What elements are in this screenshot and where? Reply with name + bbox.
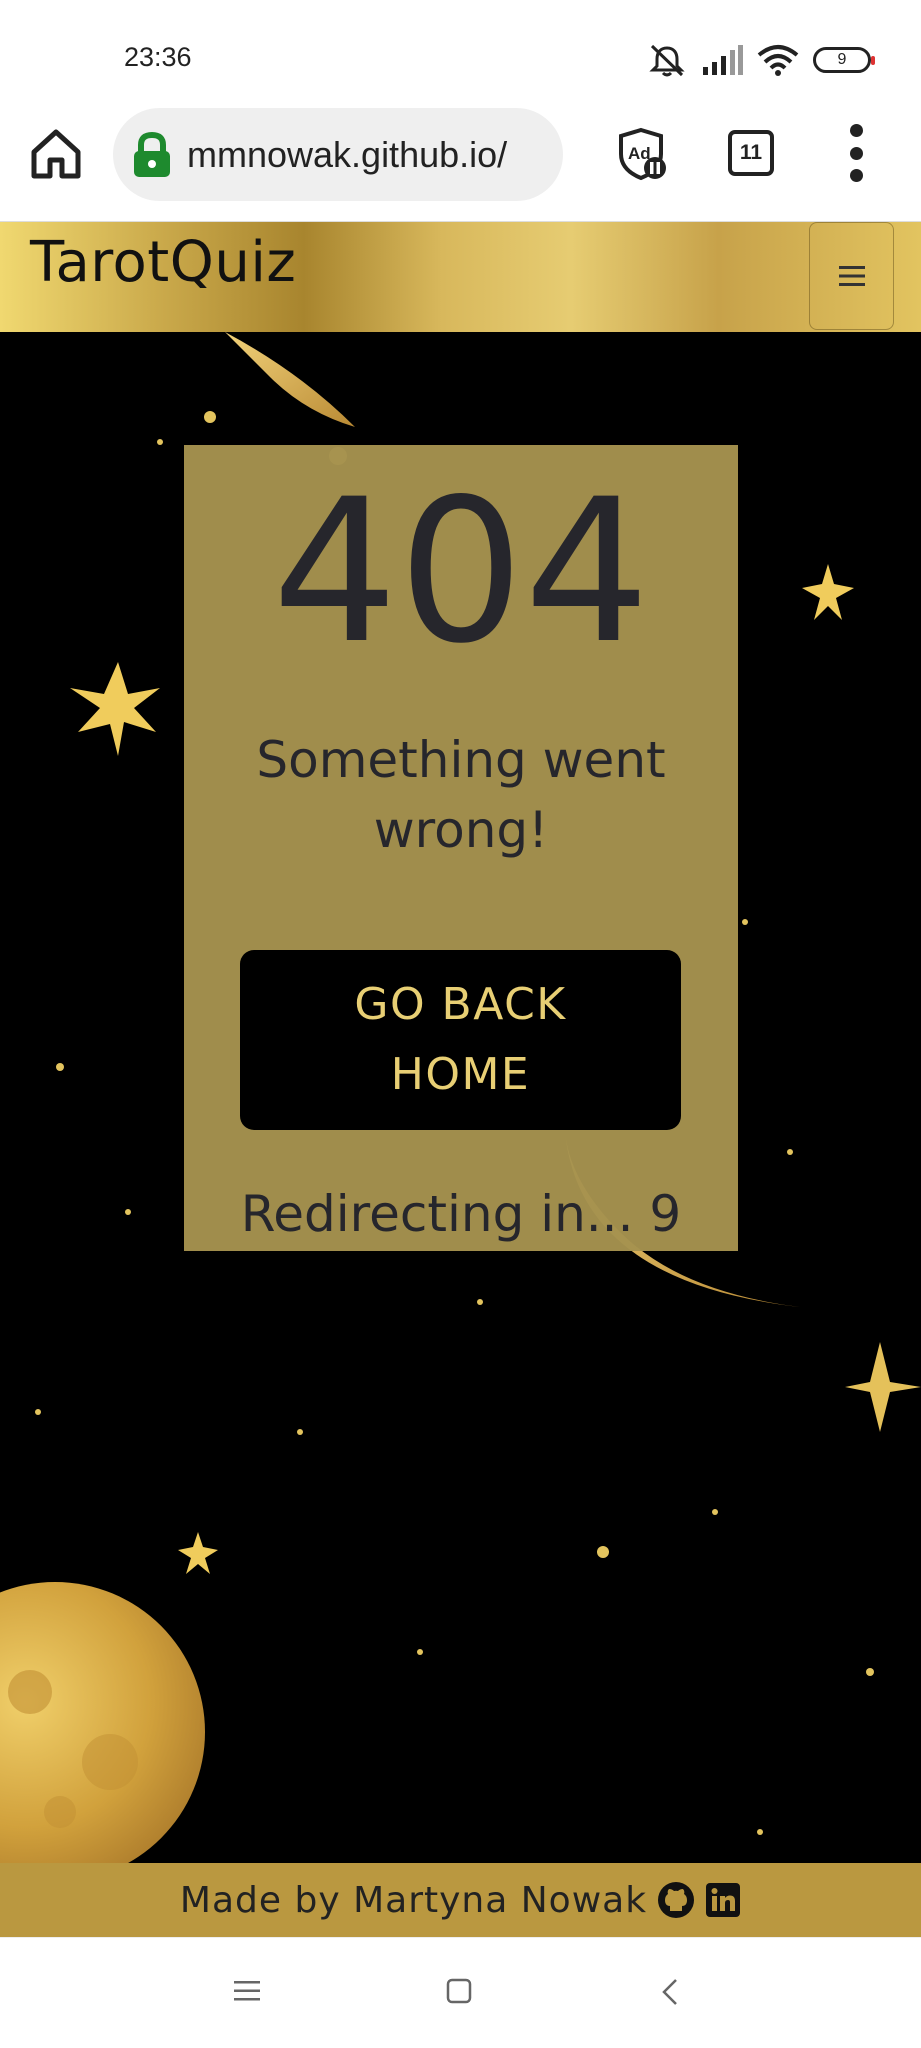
error-message: Something went wrong! xyxy=(256,731,666,859)
go-back-home-button[interactable]: GO BACK HOME xyxy=(240,950,681,1130)
go-back-home-label: GO BACK HOME xyxy=(354,979,567,1100)
tabs-button[interactable]: 11 xyxy=(728,130,774,176)
github-icon[interactable] xyxy=(657,1881,695,1919)
browser-toolbar: mmnowak.github.io/ Ad 11 xyxy=(0,100,921,222)
lock-icon xyxy=(134,132,170,177)
adblock-button[interactable]: Ad xyxy=(615,126,671,182)
error-code: 404 xyxy=(272,456,650,687)
hamburger-icon xyxy=(838,266,865,286)
nav-toggle-button[interactable] xyxy=(809,222,894,330)
browser-home-button[interactable] xyxy=(28,126,84,182)
system-nav-bar xyxy=(0,1937,921,2048)
site-header: TarotQuiz xyxy=(0,222,921,332)
site-brand[interactable]: TarotQuiz xyxy=(30,230,296,295)
main-area: 404 Something went wrong! GO BACK HOME R… xyxy=(0,332,921,1863)
status-bar: 23:36 9 xyxy=(0,0,921,100)
home-icon xyxy=(31,129,81,179)
redirect-countdown: Redirecting in... 9 xyxy=(240,1185,682,1243)
battery-level: 9 xyxy=(837,51,847,68)
back-icon[interactable] xyxy=(660,1978,680,2006)
site-footer: Made by Martyna Nowak xyxy=(0,1863,921,1937)
tab-count: 11 xyxy=(739,141,763,164)
wifi-icon xyxy=(757,45,799,76)
recents-icon[interactable] xyxy=(233,1978,261,2004)
adblock-icon: Ad xyxy=(619,127,666,181)
signal-icon xyxy=(703,45,743,75)
mute-icon xyxy=(649,44,685,77)
more-menu-icon[interactable] xyxy=(838,124,874,182)
error-card: 404 Something went wrong! GO BACK HOME R… xyxy=(184,445,738,1251)
address-bar[interactable]: mmnowak.github.io/ xyxy=(113,108,563,201)
footer-credit: Made by Martyna Nowak xyxy=(179,1879,648,1921)
status-icons: 9 xyxy=(647,40,875,80)
battery-icon: 9 xyxy=(813,47,875,73)
linkedin-icon[interactable] xyxy=(705,1882,741,1918)
home-square-icon[interactable] xyxy=(446,1978,472,2004)
svg-text:Ad: Ad xyxy=(628,144,651,163)
status-time: 23:36 xyxy=(124,42,192,72)
url-text: mmnowak.github.io/ xyxy=(187,134,508,175)
